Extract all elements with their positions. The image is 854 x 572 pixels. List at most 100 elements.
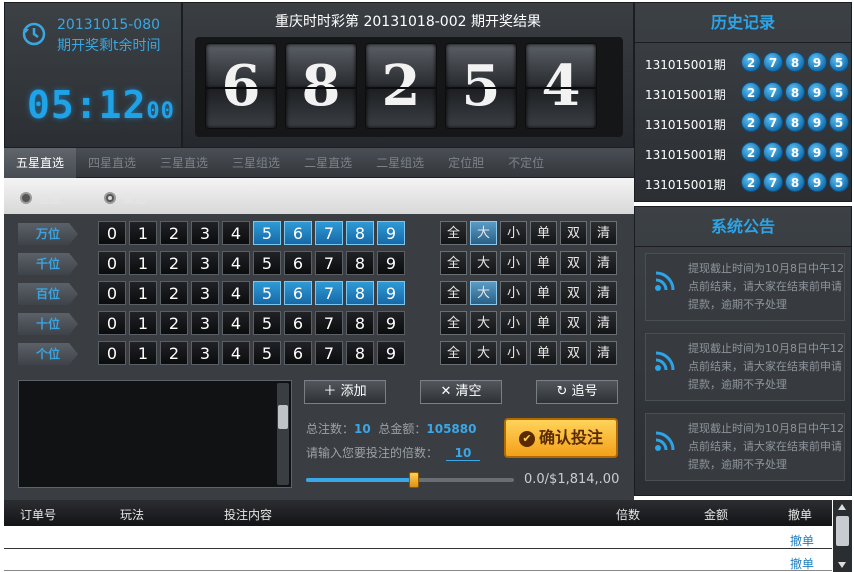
quick-select-button[interactable]: 双 — [560, 251, 587, 275]
number-ball[interactable]: 2 — [160, 251, 188, 275]
quick-select-button[interactable]: 大 — [470, 281, 497, 305]
number-ball[interactable]: 3 — [191, 311, 219, 335]
number-ball[interactable]: 4 — [222, 311, 250, 335]
quick-select-button[interactable]: 全 — [440, 221, 467, 245]
quick-select-button[interactable]: 全 — [440, 341, 467, 365]
tab-play-type[interactable]: 二星组选 — [364, 148, 436, 178]
number-ball[interactable]: 0 — [98, 311, 126, 335]
quick-select-button[interactable]: 小 — [500, 341, 527, 365]
scroll-down-icon[interactable] — [838, 562, 846, 568]
number-ball[interactable]: 4 — [222, 281, 250, 305]
number-ball[interactable]: 8 — [346, 311, 374, 335]
number-ball[interactable]: 6 — [284, 341, 312, 365]
quick-select-button[interactable]: 全 — [440, 311, 467, 335]
number-ball[interactable]: 3 — [191, 251, 219, 275]
number-ball[interactable]: 1 — [129, 251, 157, 275]
number-ball[interactable]: 0 — [98, 341, 126, 365]
quick-select-button[interactable]: 小 — [500, 311, 527, 335]
add-button[interactable]: ＋ 添加 — [304, 380, 386, 404]
number-ball[interactable]: 5 — [253, 251, 281, 275]
quick-select-button[interactable]: 单 — [530, 341, 557, 365]
quick-select-button[interactable]: 单 — [530, 281, 557, 305]
selection-scrollbar[interactable] — [277, 383, 289, 485]
number-ball[interactable]: 5 — [253, 341, 281, 365]
number-ball[interactable]: 3 — [191, 341, 219, 365]
page-scrollbar[interactable] — [833, 500, 852, 572]
quick-select-button[interactable]: 全 — [440, 281, 467, 305]
quick-select-button[interactable]: 小 — [500, 221, 527, 245]
quick-select-button[interactable]: 大 — [470, 221, 497, 245]
selection-list[interactable] — [18, 380, 292, 488]
number-ball[interactable]: 6 — [284, 311, 312, 335]
number-ball[interactable]: 9 — [377, 311, 405, 335]
number-ball[interactable]: 9 — [377, 341, 405, 365]
number-ball[interactable]: 2 — [160, 341, 188, 365]
tab-play-type[interactable]: 三星直选 — [148, 148, 220, 178]
scroll-thumb[interactable] — [836, 516, 849, 546]
slider-handle[interactable] — [409, 472, 420, 488]
tab-play-type[interactable]: 定位胆 — [436, 148, 496, 178]
quick-select-button[interactable]: 双 — [560, 221, 587, 245]
number-ball[interactable]: 1 — [129, 221, 157, 245]
number-ball[interactable]: 6 — [284, 221, 312, 245]
quick-select-button[interactable]: 单 — [530, 221, 557, 245]
number-ball[interactable]: 9 — [377, 281, 405, 305]
tab-play-type[interactable]: 不定位 — [496, 148, 556, 178]
cancel-order-link[interactable]: 撤单 — [790, 532, 814, 549]
number-ball[interactable]: 8 — [346, 341, 374, 365]
number-ball[interactable]: 1 — [129, 341, 157, 365]
scroll-up-icon[interactable] — [838, 504, 846, 510]
quick-select-button[interactable]: 清 — [590, 281, 617, 305]
cancel-order-link[interactable]: 撤单 — [790, 555, 814, 572]
quick-select-button[interactable]: 大 — [470, 311, 497, 335]
number-ball[interactable]: 8 — [346, 221, 374, 245]
number-ball[interactable]: 3 — [191, 221, 219, 245]
number-ball[interactable]: 5 — [253, 311, 281, 335]
number-ball[interactable]: 0 — [98, 251, 126, 275]
quick-select-button[interactable]: 清 — [590, 221, 617, 245]
quick-select-button[interactable]: 清 — [590, 311, 617, 335]
tab-play-type[interactable]: 二星直选 — [292, 148, 364, 178]
number-ball[interactable]: 6 — [284, 251, 312, 275]
quick-select-button[interactable]: 大 — [470, 251, 497, 275]
number-ball[interactable]: 8 — [346, 251, 374, 275]
clear-button[interactable]: ✕ 清空 — [420, 380, 502, 404]
quick-select-button[interactable]: 全 — [440, 251, 467, 275]
quick-select-button[interactable]: 清 — [590, 251, 617, 275]
number-ball[interactable]: 1 — [129, 311, 157, 335]
number-ball[interactable]: 4 — [222, 341, 250, 365]
number-ball[interactable]: 0 — [98, 281, 126, 305]
quick-select-button[interactable]: 双 — [560, 341, 587, 365]
confirm-bet-button[interactable]: ✔ 确认投注 — [504, 418, 618, 458]
number-ball[interactable]: 5 — [253, 221, 281, 245]
number-ball[interactable]: 7 — [315, 341, 343, 365]
number-ball[interactable]: 0 — [98, 221, 126, 245]
quick-select-button[interactable]: 单 — [530, 251, 557, 275]
number-ball[interactable]: 1 — [129, 281, 157, 305]
quick-select-button[interactable]: 大 — [470, 341, 497, 365]
number-ball[interactable]: 2 — [160, 311, 188, 335]
tab-play-type[interactable]: 五星直选 — [4, 148, 77, 178]
number-ball[interactable]: 7 — [315, 281, 343, 305]
tab-play-type[interactable]: 四星直选 — [76, 148, 148, 178]
number-ball[interactable]: 4 — [222, 221, 250, 245]
mode-radio-1[interactable] — [20, 192, 32, 204]
quick-select-button[interactable]: 小 — [500, 281, 527, 305]
amount-slider[interactable] — [306, 472, 514, 488]
number-ball[interactable]: 8 — [346, 281, 374, 305]
number-ball[interactable]: 9 — [377, 251, 405, 275]
chase-button[interactable]: ↻ 追号 — [536, 380, 618, 404]
number-ball[interactable]: 6 — [284, 281, 312, 305]
tab-play-type[interactable]: 三星组选 — [220, 148, 292, 178]
number-ball[interactable]: 2 — [160, 281, 188, 305]
number-ball[interactable]: 7 — [315, 311, 343, 335]
quick-select-button[interactable]: 小 — [500, 251, 527, 275]
quick-select-button[interactable]: 双 — [560, 281, 587, 305]
number-ball[interactable]: 4 — [222, 251, 250, 275]
mode-radio-2[interactable] — [104, 192, 116, 204]
number-ball[interactable]: 3 — [191, 281, 219, 305]
multiplier-input[interactable]: 10 — [446, 446, 481, 461]
number-ball[interactable]: 5 — [253, 281, 281, 305]
scroll-thumb[interactable] — [278, 405, 288, 429]
quick-select-button[interactable]: 清 — [590, 341, 617, 365]
